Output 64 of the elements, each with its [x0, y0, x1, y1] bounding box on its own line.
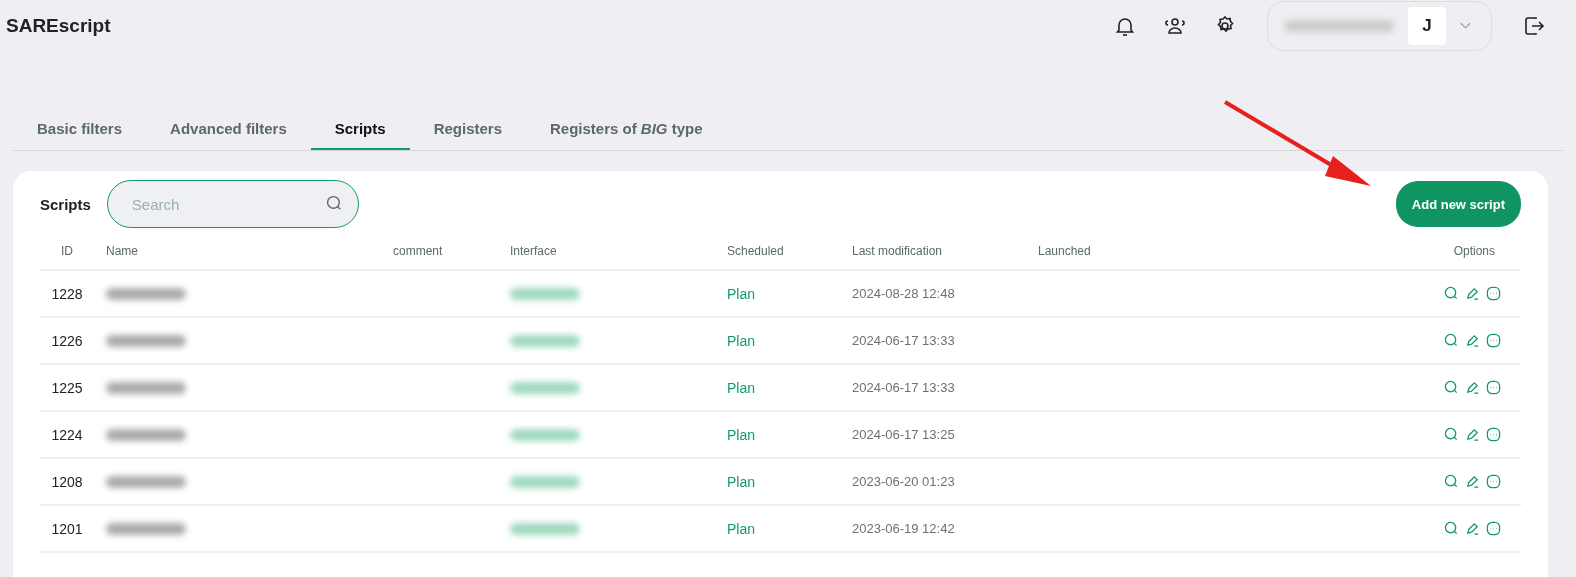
more-icon[interactable]	[1486, 333, 1501, 348]
search-icon[interactable]	[1444, 427, 1459, 442]
logout-icon[interactable]	[1522, 14, 1546, 38]
pencil-icon[interactable]	[1465, 286, 1480, 301]
tab[interactable]: Registers	[409, 108, 526, 150]
scheduled-cell-text: Plan	[727, 473, 757, 490]
scheduled-cell-text: Plan	[727, 426, 757, 443]
id-cell-text: 1226	[51, 332, 84, 349]
scheduled-cell-text: Plan	[727, 285, 757, 302]
column-header: Last modification	[852, 244, 944, 258]
redacted-interface	[510, 475, 580, 488]
id-cell-text: 1225	[51, 379, 84, 396]
pencil-icon[interactable]	[1465, 427, 1480, 442]
add-script-button[interactable]: Add new script	[1395, 181, 1521, 227]
id-cell-text: 1201	[51, 520, 84, 537]
modified-cell-text: 2024-06-17 13:33	[852, 380, 956, 395]
search-field[interactable]: Search	[106, 180, 359, 228]
column-header: Interface	[510, 244, 558, 258]
tab[interactable]: Basic filters	[13, 108, 147, 150]
id-cell-text: 1224	[51, 426, 84, 443]
column-header: Options	[1453, 244, 1496, 258]
modified-cell-text: 2024-06-17 13:25	[852, 427, 956, 442]
search-icon	[325, 195, 343, 212]
redacted-interface	[510, 381, 580, 394]
redacted-interface	[510, 287, 580, 300]
modified-cell-text: 2023-06-20 01:23	[852, 474, 956, 489]
pencil-icon[interactable]	[1465, 380, 1480, 395]
app-title: SAREscript	[6, 15, 111, 37]
scheduled-cell-text: Plan	[727, 379, 757, 396]
redacted-interface	[510, 334, 580, 347]
pencil-icon[interactable]	[1465, 521, 1480, 536]
more-icon[interactable]	[1486, 286, 1501, 301]
scheduled-cell-text: Plan	[727, 520, 757, 537]
redacted-interface	[510, 522, 580, 535]
id-cell-text: 1208	[51, 473, 84, 490]
modified-cell-text: 2024-08-28 12:48	[852, 286, 956, 301]
column-header: ID	[61, 244, 74, 258]
panel-title: Scripts	[40, 195, 91, 213]
search-icon[interactable]	[1444, 286, 1459, 301]
redacted-interface	[510, 428, 580, 441]
more-icon[interactable]	[1486, 521, 1501, 536]
tab[interactable]: Registers of BIG type	[526, 108, 727, 150]
modified-cell-text: 2024-06-17 13:33	[852, 333, 956, 348]
column-header: Scheduled	[727, 244, 785, 258]
search-icon[interactable]	[1444, 521, 1459, 536]
tab[interactable]: Scripts	[310, 108, 410, 150]
chevron-down-icon	[1460, 22, 1471, 30]
more-icon[interactable]	[1486, 427, 1501, 442]
modified-cell-text: 2023-06-19 12:42	[852, 521, 956, 536]
column-header: Launched	[1038, 244, 1092, 258]
more-icon[interactable]	[1486, 380, 1501, 395]
pencil-icon[interactable]	[1465, 474, 1480, 489]
user-menu[interactable]: J	[1267, 1, 1492, 51]
column-header: comment	[393, 244, 444, 258]
id-cell-text: 1228	[51, 285, 84, 302]
scheduled-cell-text: Plan	[727, 332, 757, 349]
tab[interactable]: Advanced filters	[146, 108, 311, 150]
column-header: Name	[106, 244, 139, 258]
more-icon[interactable]	[1486, 474, 1501, 489]
user-avatar: J	[1408, 7, 1446, 45]
pencil-icon[interactable]	[1465, 333, 1480, 348]
search-icon[interactable]	[1444, 380, 1459, 395]
search-icon[interactable]	[1444, 474, 1459, 489]
search-icon[interactable]	[1444, 333, 1459, 348]
